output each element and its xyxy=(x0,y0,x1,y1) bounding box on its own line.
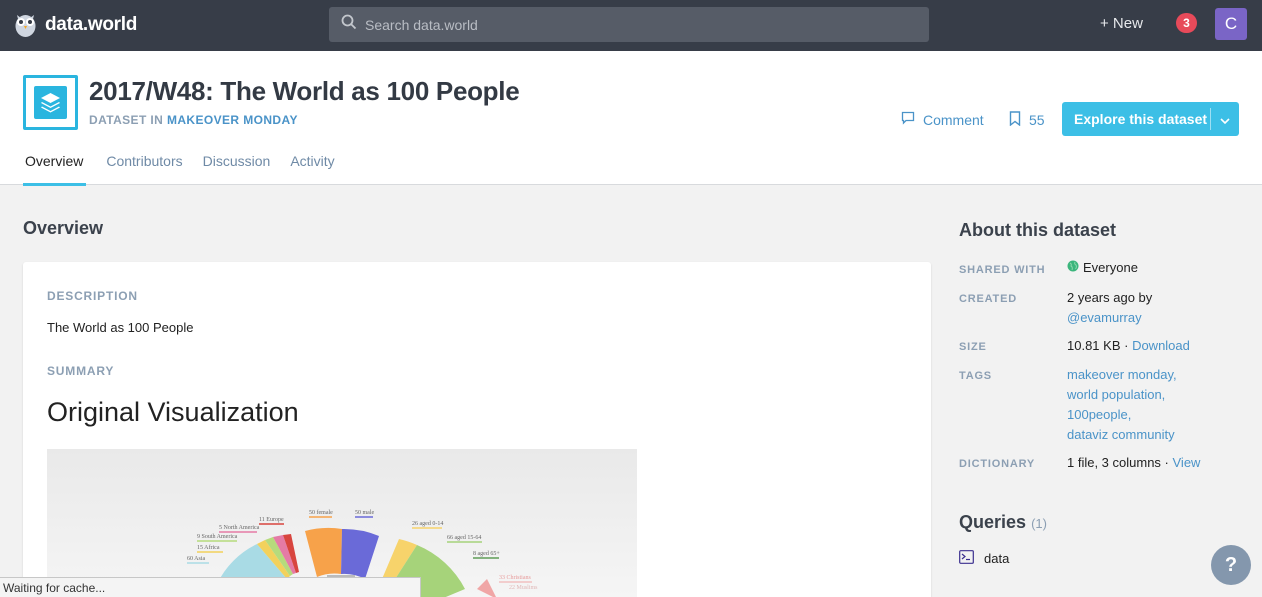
created-value: 2 years ago by @evamurray xyxy=(1067,288,1152,328)
query-item[interactable]: data xyxy=(959,550,1009,567)
shared-with-label: SHARED WITH xyxy=(959,264,1046,276)
search-placeholder: Search data.world xyxy=(365,16,478,33)
top-nav: data.world Search data.world + New 3 C xyxy=(0,0,1262,51)
viz-label-female: 50 female xyxy=(309,509,333,516)
dictionary-value: 1 file, 3 columns · View xyxy=(1067,453,1200,473)
globe-icon xyxy=(1067,258,1079,278)
summary-label: SUMMARY xyxy=(47,364,115,378)
dataset-owner-line: DATASET IN MAKEOVER MONDAY xyxy=(89,113,298,127)
dictionary-label: DICTIONARY xyxy=(959,458,1036,470)
org-link[interactable]: MAKEOVER MONDAY xyxy=(167,113,298,127)
avatar[interactable]: C xyxy=(1215,8,1247,40)
tab-discussion[interactable]: Discussion xyxy=(203,147,271,186)
size-value: 10.81 KB · Download xyxy=(1067,336,1190,356)
viz-label-aged-15-64: 66 aged 15-64 xyxy=(447,535,481,541)
tag-link[interactable]: makeover monday, xyxy=(1067,365,1177,385)
comment-label: Comment xyxy=(923,111,984,128)
viz-label-christians: 33 Christians xyxy=(499,575,531,581)
layers-icon xyxy=(34,86,67,119)
viz-label-africa: 15 Africa xyxy=(197,544,220,551)
viz-label-europe: 11 Europe xyxy=(259,517,284,523)
dataset-header: 2017/W48: The World as 100 People DATASE… xyxy=(0,51,1262,186)
view-link[interactable]: View xyxy=(1173,455,1201,470)
viz-label-asia: 60 Asia xyxy=(187,556,206,562)
tab-bar: Overview Contributors Discussion Activit… xyxy=(23,147,355,186)
queries-title: Queries xyxy=(959,512,1027,532)
dataset-icon xyxy=(23,75,78,130)
created-text: 2 years ago by xyxy=(1067,290,1153,305)
created-label: CREATED xyxy=(959,293,1017,305)
tags-label: TAGS xyxy=(959,370,992,382)
bookmark-button[interactable]: 55 xyxy=(1009,111,1045,129)
download-link[interactable]: Download xyxy=(1132,338,1190,353)
comment-button[interactable]: Comment xyxy=(901,111,984,128)
tag-link[interactable]: 100people, xyxy=(1067,405,1177,425)
tab-overview[interactable]: Overview xyxy=(23,147,87,186)
tab-contributors[interactable]: Contributors xyxy=(106,147,182,186)
created-by-link[interactable]: @evamurray xyxy=(1067,308,1152,328)
about-heading: About this dataset xyxy=(959,220,1117,240)
overview-card: DESCRIPTION The World as 100 People SUMM… xyxy=(23,262,931,597)
viz-label-aged-65: 8 aged 65+ xyxy=(473,551,500,557)
viz-label-south-america: 9 South America xyxy=(197,534,238,540)
queries-count: (1) xyxy=(1031,516,1047,531)
tags-list: makeover monday, world population, 100pe… xyxy=(1067,365,1177,445)
size-text: 10.81 KB · xyxy=(1067,338,1129,353)
queries-heading: Queries (1) xyxy=(959,512,1047,533)
overview-heading: Overview xyxy=(23,218,104,238)
owl-logo-icon xyxy=(14,12,37,38)
search-input[interactable]: Search data.world xyxy=(329,7,929,42)
shared-with-text: Everyone xyxy=(1083,260,1138,275)
chevron-down-icon[interactable] xyxy=(1211,111,1239,127)
tag-link[interactable]: world population, xyxy=(1067,385,1177,405)
shared-with-value: Everyone xyxy=(1067,258,1138,278)
viz-label-aged-0-14: 26 aged 0-14 xyxy=(412,521,443,527)
bookmark-count: 55 xyxy=(1029,112,1045,128)
size-label: SIZE xyxy=(959,341,987,353)
query-label: data xyxy=(984,551,1010,566)
tag-link[interactable]: dataviz community xyxy=(1067,425,1177,445)
brand-name: data.world xyxy=(45,14,138,35)
explore-label: Explore this dataset xyxy=(1074,111,1208,127)
dictionary-text: 1 file, 3 columns · xyxy=(1067,455,1169,470)
bookmark-icon xyxy=(1009,111,1021,129)
notification-badge[interactable]: 3 xyxy=(1176,13,1197,33)
viz-label-north-america: 5 North America xyxy=(219,525,260,531)
tab-activity[interactable]: Activity xyxy=(290,147,334,186)
original-visualization-image: 11 Europe 5 North America 9 South Americ… xyxy=(47,449,637,597)
summary-heading: Original Visualization xyxy=(47,397,299,427)
page-title: 2017/W48: The World as 100 People xyxy=(89,76,520,106)
comment-icon xyxy=(901,111,915,128)
new-button[interactable]: + New xyxy=(1100,15,1143,32)
explore-dataset-button[interactable]: Explore this dataset xyxy=(1062,102,1239,136)
brand-logo[interactable]: data.world xyxy=(14,12,137,38)
terminal-icon xyxy=(959,550,974,567)
browser-status-bar: Waiting for cache... xyxy=(0,577,421,597)
viz-label-male: 50 male xyxy=(355,510,374,516)
help-button[interactable]: ? xyxy=(1211,545,1251,585)
viz-label-muslims: 22 Muslims xyxy=(509,585,538,591)
description-label: DESCRIPTION xyxy=(47,289,138,303)
description-text: The World as 100 People xyxy=(47,320,194,335)
dataset-type-label: DATASET IN xyxy=(89,113,164,127)
search-icon xyxy=(341,14,357,35)
